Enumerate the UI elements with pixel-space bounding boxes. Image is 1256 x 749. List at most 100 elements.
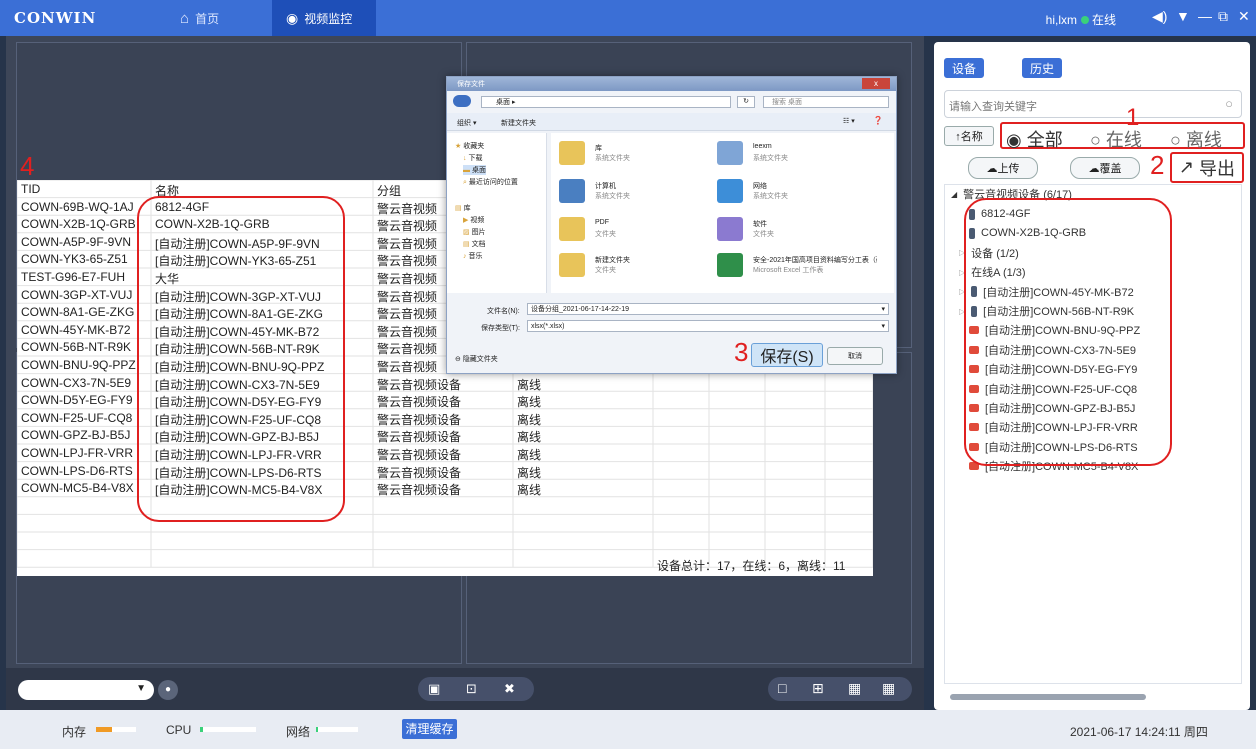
view-options-icon[interactable]: ☷ ▾ (843, 117, 855, 125)
nav-pane-label: 音乐 (468, 253, 483, 260)
save-icon[interactable]: ▣ (428, 681, 440, 697)
tab-device[interactable]: 设备 (944, 58, 984, 78)
filename-input[interactable]: 设备分组_2021-06-17-14-22-19 ▾ (527, 303, 889, 315)
filter-offline-radio[interactable]: ○ 离线 (1170, 126, 1222, 152)
annotation-3: 3 (734, 337, 749, 367)
file-type: 系统文件夹 (595, 193, 630, 200)
cancel-button[interactable]: 取消 (827, 347, 883, 365)
clear-cache-button[interactable]: 清理缓存 (402, 719, 457, 739)
table-cell: COWN-YK3-65-Z51 (21, 252, 128, 267)
save-button[interactable]: 保存(S) (751, 343, 823, 367)
table-cell: 警云音视频设备 (377, 448, 462, 462)
file-icon (717, 253, 743, 277)
file-item[interactable]: 网络 系统文件夹 (717, 177, 877, 209)
nav-pane-item[interactable]: ↓ 下载 (463, 153, 482, 163)
dialog-close-icon[interactable]: x (862, 78, 890, 89)
back-icon[interactable] (453, 95, 471, 107)
table-cell: 警云音视频设备 (377, 377, 462, 392)
nav-home-label: 首页 (195, 11, 220, 26)
nav-video[interactable]: ◉ 视频监控 (272, 0, 376, 36)
net-meter-fill (316, 727, 319, 732)
cancel-button-label: 取消 (848, 353, 862, 360)
search-icon[interactable]: ○ (1225, 96, 1233, 111)
nav-pane-item[interactable]: ★ 收藏夹 (455, 141, 484, 151)
minimize-icon[interactable]: — (1198, 8, 1212, 24)
nav-pane-item[interactable]: ▶ 视频 (463, 215, 484, 225)
user-name: hi,lxm (1045, 13, 1077, 27)
dialog-file-list: 库系统文件夹 leexm 系统文件夹计算机 系统文件夹 网络 系统文件夹 PDF 文件夹 软件文… (551, 133, 894, 293)
upload-button[interactable]: ☁ 上传 (968, 157, 1038, 179)
close-icon[interactable]: ✕ (1238, 8, 1250, 25)
nav-pane-label: 视频 (470, 217, 485, 224)
export-icon: ↗ (1178, 157, 1200, 177)
file-item[interactable]: 新建文件夹 文件夹 (559, 251, 719, 283)
dialog-search[interactable]: 搜索 桌面 (763, 96, 889, 108)
file-item[interactable]: leexm 系统文件夹 (717, 139, 877, 171)
mem-label: 内存 (62, 725, 87, 739)
restore-icon[interactable]: ⧉ (1218, 8, 1228, 25)
app-logo: CONWIN (14, 9, 97, 27)
table-cell: TEST-G96-E7-FUH (21, 270, 126, 284)
nav-pane-item[interactable]: ▤ 文档 (463, 239, 486, 249)
overwrite-button[interactable]: ☁ 覆盖 (1070, 157, 1140, 179)
file-icon (717, 179, 743, 203)
table-cell: 离线 (517, 395, 542, 410)
tools-icon[interactable]: ✖ (504, 681, 515, 697)
nav-pane-item[interactable]: ⌕ 最近访问的位置 (463, 177, 518, 187)
volume-icon[interactable]: ◀) (1152, 8, 1167, 25)
play-icon[interactable]: ● (158, 680, 178, 700)
organize-menu[interactable]: 组织 ▾ (457, 118, 476, 128)
annotation-2: 2 (1150, 150, 1165, 180)
device-search-input[interactable]: 请输入查询关键字 ○ (944, 90, 1242, 118)
layout-9-icon[interactable]: ▦ (848, 680, 861, 697)
nav-pane-label: 文档 (471, 241, 486, 248)
folder-icon: ▨ (463, 229, 472, 236)
filter-online-radio[interactable]: ○ 在线 (1090, 126, 1142, 152)
folder-icon: ▤ (463, 241, 472, 248)
nav-pane-item[interactable]: ▤ 库 (455, 203, 471, 213)
file-item[interactable]: PDF 文件夹 (559, 215, 719, 247)
export-button[interactable]: ↗ 导出 (1170, 152, 1244, 183)
nav-pane-item[interactable]: ▨ 图片 (463, 227, 486, 237)
device-search-placeholder: 请输入查询关键字 (949, 101, 1037, 113)
filter-all-radio[interactable]: ◉ 全部 (1006, 126, 1063, 152)
help-icon[interactable]: ❓ (873, 116, 883, 125)
layout-4-icon[interactable]: ⊞ (812, 680, 824, 697)
file-icon (559, 253, 585, 277)
nav-home[interactable]: ⌂ 首页 (172, 0, 242, 36)
cloud-overwrite-icon: ☁ (1088, 162, 1100, 175)
filter-group: ◉ 全部 ○ 在线 ○ 离线 (1000, 122, 1245, 152)
folder-icon: ★ (455, 143, 464, 150)
new-folder-button[interactable]: 新建文件夹 (501, 118, 536, 128)
file-type: 系统文件夹 (595, 155, 630, 162)
export-label: 导出 (1199, 158, 1236, 179)
file-name: 软件 (753, 221, 767, 228)
path-bar[interactable]: 桌面 ▸ (481, 96, 731, 108)
sort-name-label: ↑名称 (955, 131, 983, 143)
file-item[interactable]: 软件 文件夹 (717, 215, 877, 247)
file-item[interactable]: 安全-2021年国高项目资料编写分工表（确定） Microsoft Excel 工… (717, 251, 877, 283)
file-item[interactable]: 库系统文件夹 (559, 139, 719, 171)
screenshot-icon[interactable]: ⊡ (466, 681, 477, 697)
stream-select[interactable]: ▼ (18, 680, 154, 700)
filename-value: 设备分组_2021-06-17-14-22-19 (531, 306, 630, 313)
table-cell: 警云音视频 (377, 272, 438, 286)
layout-1-icon[interactable]: □ (778, 680, 786, 696)
dropdown-icon[interactable]: ▼ (1176, 8, 1190, 24)
tree-scrollbar[interactable] (950, 694, 1146, 700)
file-item[interactable]: 计算机 系统文件夹 (559, 177, 719, 209)
filetype-select[interactable]: xlsx(*.xlsx) ▾ (527, 320, 889, 332)
tab-history[interactable]: 历史 (1022, 58, 1062, 78)
table-cell: 警云音视频 (377, 289, 438, 304)
hide-folders-toggle[interactable]: ⊖ 隐藏文件夹 (455, 354, 498, 364)
table-header-cell: 分组 (377, 184, 402, 198)
table-cell: 警云音视频 (377, 254, 438, 269)
nav-pane-item[interactable]: ▬ 桌面 (463, 165, 486, 175)
sort-name-button[interactable]: ↑名称 (944, 126, 994, 146)
refresh-icon[interactable]: ↻ (737, 96, 755, 108)
table-cell: 警云音视频 (377, 360, 438, 374)
expand-icon: ◢ (951, 189, 958, 199)
nav-pane-item[interactable]: ♪ 音乐 (463, 251, 482, 261)
folder-icon: ▬ (463, 167, 472, 174)
layout-16-icon[interactable]: ▦ (882, 680, 895, 697)
